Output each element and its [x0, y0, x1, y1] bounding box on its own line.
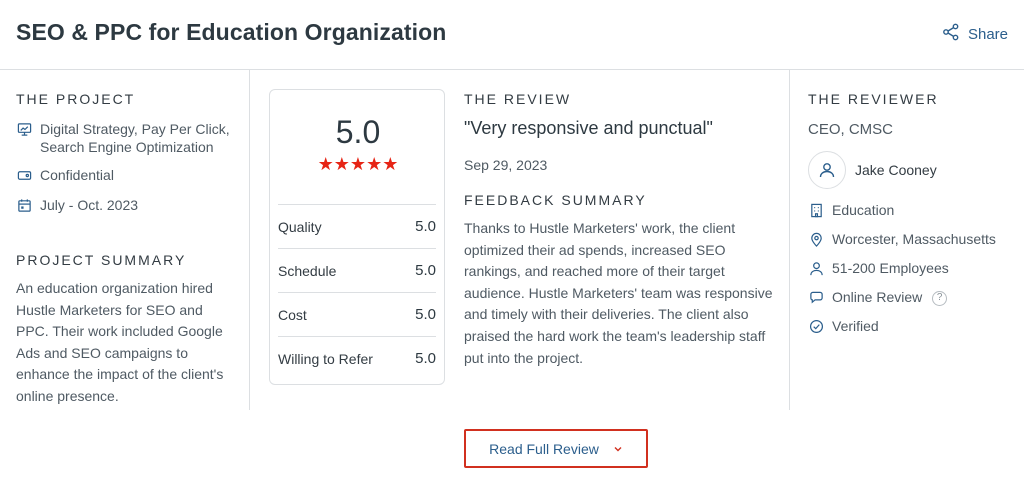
- check-circle-icon: [808, 317, 824, 335]
- reviewer-heading: THE REVIEWER: [808, 91, 939, 107]
- reviewer-person: Jake Cooney: [808, 151, 1018, 189]
- help-icon[interactable]: ?: [932, 290, 948, 306]
- rating-value: 5.0: [415, 306, 436, 323]
- rating-row-schedule: Schedule 5.0: [278, 248, 436, 292]
- user-icon: [808, 259, 824, 277]
- reviewer-review-type: Online Review ?: [808, 288, 1018, 306]
- verified-text: Verified: [832, 318, 879, 334]
- rating-value: 5.0: [415, 218, 436, 235]
- monitor-icon: [16, 120, 32, 138]
- review-quote: "Very responsive and punctual": [464, 118, 713, 138]
- rating-value: 5.0: [415, 350, 436, 367]
- reviewer-section: THE REVIEWER CEO, CMSC Jake Cooney Educa…: [808, 91, 1018, 335]
- tag-icon: [16, 166, 32, 184]
- rating-label: Willing to Refer: [278, 350, 373, 367]
- review-section: THE REVIEW "Very responsive and punctual…: [464, 91, 774, 369]
- reviewer-industry: Education: [808, 201, 1018, 219]
- page-title: SEO & PPC for Education Organization: [16, 19, 447, 45]
- rating-label: Cost: [278, 306, 307, 323]
- project-budget: Confidential: [16, 166, 236, 184]
- read-full-review-label: Read Full Review: [489, 440, 599, 457]
- page-header: SEO & PPC for Education Organization Sha…: [0, 0, 1024, 70]
- share-label: Share: [967, 25, 1008, 43]
- review-type-text: Online Review: [832, 289, 923, 305]
- user-icon: [819, 163, 835, 178]
- reviewer-verified: Verified: [808, 317, 1018, 335]
- location-text: Worcester, Massachusetts: [832, 231, 996, 247]
- chat-bubble-icon: [808, 288, 824, 306]
- timeline-text: July - Oct. 2023: [40, 197, 139, 213]
- budget-text: Confidential: [40, 167, 114, 183]
- read-full-review-button[interactable]: Read Full Review: [464, 429, 648, 468]
- project-summary-heading: PROJECT SUMMARY: [16, 252, 187, 268]
- column-divider: [249, 70, 250, 410]
- feedback-summary-heading: FEEDBACK SUMMARY: [464, 192, 647, 208]
- review-date: Sep 29, 2023: [464, 157, 548, 173]
- project-section: THE PROJECT Digital Strategy, Pay Per Cl…: [16, 91, 236, 408]
- avatar: [808, 151, 846, 189]
- share-icon: [942, 23, 960, 45]
- project-heading: THE PROJECT: [16, 91, 136, 107]
- column-divider: [789, 70, 790, 410]
- feedback-summary-text: Thanks to Hustle Marketers' work, the cl…: [464, 220, 773, 366]
- rating-label: Schedule: [278, 262, 337, 279]
- review-heading: THE REVIEW: [464, 91, 572, 107]
- overall-score: 5.0: [335, 114, 381, 150]
- star-rating: ★★★★★: [317, 154, 399, 174]
- rating-label: Quality: [278, 218, 322, 235]
- services-text: Digital Strategy, Pay Per Click, Search …: [40, 121, 230, 155]
- rating-row-quality: Quality 5.0: [278, 204, 436, 248]
- rating-row-cost: Cost 5.0: [278, 292, 436, 336]
- reviewer-name: Jake Cooney: [855, 162, 937, 178]
- project-services: Digital Strategy, Pay Per Click, Search …: [16, 120, 236, 156]
- rating-row-willing-to-refer: Willing to Refer 5.0: [278, 336, 436, 380]
- share-button[interactable]: Share: [942, 23, 1008, 45]
- reviewer-details: Education Worcester, Massachusetts 51-20…: [808, 201, 1018, 335]
- building-icon: [808, 201, 824, 219]
- location-pin-icon: [808, 230, 824, 248]
- calendar-icon: [16, 196, 32, 214]
- industry-text: Education: [832, 202, 895, 218]
- project-summary-text: An education organization hired Hustle M…: [16, 280, 224, 404]
- rating-value: 5.0: [415, 262, 436, 279]
- reviewer-company-size: 51-200 Employees: [808, 259, 1018, 277]
- chevron-down-icon: [613, 441, 623, 457]
- project-timeline: July - Oct. 2023: [16, 196, 236, 214]
- rating-card: 5.0 ★★★★★ Quality 5.0 Schedule 5.0 Cost …: [269, 89, 445, 385]
- rating-breakdown: Quality 5.0 Schedule 5.0 Cost 5.0 Willin…: [278, 204, 436, 380]
- reviewer-role: CEO, CMSC: [808, 121, 894, 138]
- reviewer-location: Worcester, Massachusetts: [808, 230, 1018, 248]
- company-size-text: 51-200 Employees: [832, 260, 949, 276]
